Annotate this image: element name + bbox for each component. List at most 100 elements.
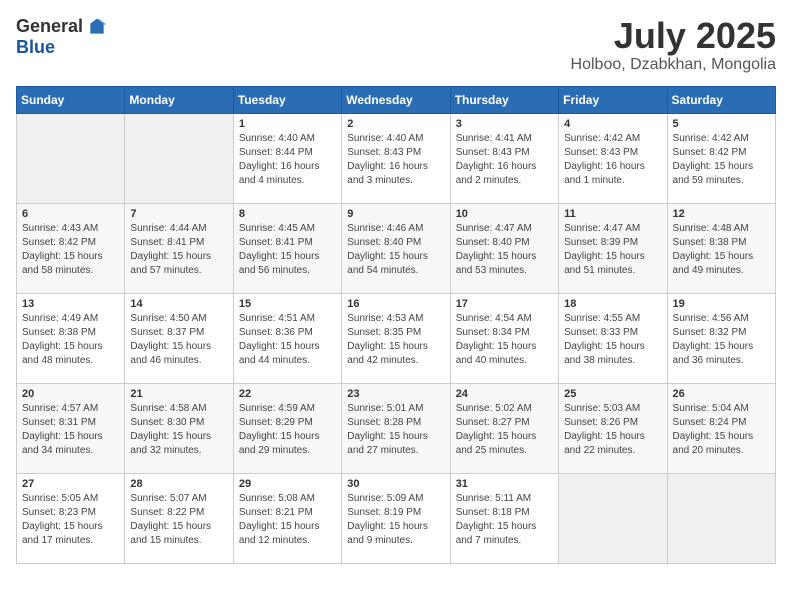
day-number: 19 bbox=[673, 298, 770, 310]
day-content: Sunrise: 4:41 AMSunset: 8:43 PMDaylight:… bbox=[456, 132, 553, 188]
month-title: July 2025 bbox=[571, 16, 776, 56]
day-number: 2 bbox=[347, 118, 444, 130]
day-number: 8 bbox=[239, 208, 336, 220]
calendar-table: SundayMondayTuesdayWednesdayThursdayFrid… bbox=[16, 86, 776, 564]
calendar-day-cell: 5Sunrise: 4:42 AMSunset: 8:42 PMDaylight… bbox=[667, 113, 775, 203]
calendar-body: 1 Sunrise: 4:40 AMSunset: 8:44 PMDaylight… bbox=[17, 113, 776, 563]
calendar-day-cell: 11 Sunrise: 4:47 AMSunset: 8:39 PMDayligh… bbox=[559, 203, 667, 293]
day-number: 25 bbox=[564, 388, 661, 400]
calendar-day-cell: 10Sunrise: 4:47 AMSunset: 8:40 PMDayligh… bbox=[450, 203, 558, 293]
calendar-day-cell bbox=[125, 113, 233, 203]
calendar-day-cell: 21Sunrise: 4:58 AMSunset: 8:30 PMDayligh… bbox=[125, 383, 233, 473]
day-content: Sunrise: 4:59 AMSunset: 8:29 PMDaylight:… bbox=[239, 402, 336, 458]
calendar-day-cell: 6 Sunrise: 4:43 AMSunset: 8:42 PMDaylight… bbox=[17, 203, 125, 293]
calendar-day-cell: 19 Sunrise: 4:56 AMSunset: 8:32 PMDayligh… bbox=[667, 293, 775, 383]
day-number: 7 bbox=[130, 208, 227, 220]
weekday-header-cell: Saturday bbox=[667, 86, 775, 113]
logo-general-text: General bbox=[16, 16, 83, 37]
day-content: Sunrise: 4:53 AMSunset: 8:35 PMDaylight:… bbox=[347, 312, 444, 368]
day-number: 1 bbox=[239, 118, 336, 130]
weekday-header-cell: Tuesday bbox=[233, 86, 341, 113]
day-number: 14 bbox=[130, 298, 227, 310]
day-content: Sunrise: 5:02 AMSunset: 8:27 PMDaylight:… bbox=[456, 402, 553, 458]
day-number: 6 bbox=[22, 208, 119, 220]
day-content: Sunrise: 4:56 AMSunset: 8:32 PMDaylight:… bbox=[673, 312, 770, 368]
logo: General Blue bbox=[16, 16, 107, 58]
day-number: 22 bbox=[239, 388, 336, 400]
calendar-day-cell: 22 Sunrise: 4:59 AMSunset: 8:29 PMDayligh… bbox=[233, 383, 341, 473]
calendar-day-cell: 9 Sunrise: 4:46 AMSunset: 8:40 PMDaylight… bbox=[342, 203, 450, 293]
day-content: Sunrise: 4:45 AMSunset: 8:41 PMDaylight:… bbox=[239, 222, 336, 278]
day-number: 5 bbox=[673, 118, 770, 130]
calendar-day-cell bbox=[559, 473, 667, 563]
weekday-header-cell: Friday bbox=[559, 86, 667, 113]
day-number: 15 bbox=[239, 298, 336, 310]
day-content: Sunrise: 5:09 AMSunset: 8:19 PMDaylight:… bbox=[347, 492, 444, 548]
day-number: 16 bbox=[347, 298, 444, 310]
calendar-day-cell bbox=[667, 473, 775, 563]
day-number: 30 bbox=[347, 478, 444, 490]
calendar-day-cell: 14 Sunrise: 4:50 AMSunset: 8:37 PMDayligh… bbox=[125, 293, 233, 383]
logo-blue-text: Blue bbox=[16, 37, 55, 58]
title-block: July 2025 Holboo, Dzabkhan, Mongolia bbox=[571, 16, 776, 74]
calendar-day-cell: 29 Sunrise: 5:08 AMSunset: 8:21 PMDayligh… bbox=[233, 473, 341, 563]
day-number: 21 bbox=[130, 388, 227, 400]
day-number: 31 bbox=[456, 478, 553, 490]
logo-icon bbox=[87, 17, 107, 37]
calendar-week-row: 6 Sunrise: 4:43 AMSunset: 8:42 PMDaylight… bbox=[17, 203, 776, 293]
location-title: Holboo, Dzabkhan, Mongolia bbox=[571, 56, 776, 74]
day-number: 28 bbox=[130, 478, 227, 490]
calendar-week-row: 13Sunrise: 4:49 AMSunset: 8:38 PMDayligh… bbox=[17, 293, 776, 383]
day-number: 23 bbox=[347, 388, 444, 400]
day-content: Sunrise: 4:54 AMSunset: 8:34 PMDaylight:… bbox=[456, 312, 553, 368]
day-number: 9 bbox=[347, 208, 444, 220]
calendar-week-row: 20Sunrise: 4:57 AMSunset: 8:31 PMDayligh… bbox=[17, 383, 776, 473]
calendar-day-cell: 27Sunrise: 5:05 AMSunset: 8:23 PMDayligh… bbox=[17, 473, 125, 563]
calendar-week-row: 27Sunrise: 5:05 AMSunset: 8:23 PMDayligh… bbox=[17, 473, 776, 563]
calendar-day-cell: 25 Sunrise: 5:03 AMSunset: 8:26 PMDayligh… bbox=[559, 383, 667, 473]
day-number: 18 bbox=[564, 298, 661, 310]
day-content: Sunrise: 5:01 AMSunset: 8:28 PMDaylight:… bbox=[347, 402, 444, 458]
calendar-day-cell: 23 Sunrise: 5:01 AMSunset: 8:28 PMDayligh… bbox=[342, 383, 450, 473]
calendar-week-row: 1 Sunrise: 4:40 AMSunset: 8:44 PMDaylight… bbox=[17, 113, 776, 203]
day-number: 17 bbox=[456, 298, 553, 310]
calendar-day-cell: 31 Sunrise: 5:11 AMSunset: 8:18 PMDayligh… bbox=[450, 473, 558, 563]
day-number: 27 bbox=[22, 478, 119, 490]
calendar-day-cell: 16 Sunrise: 4:53 AMSunset: 8:35 PMDayligh… bbox=[342, 293, 450, 383]
day-content: Sunrise: 4:57 AMSunset: 8:31 PMDaylight:… bbox=[22, 402, 119, 458]
day-number: 13 bbox=[22, 298, 119, 310]
day-number: 24 bbox=[456, 388, 553, 400]
calendar-day-cell: 7 Sunrise: 4:44 AMSunset: 8:41 PMDaylight… bbox=[125, 203, 233, 293]
weekday-header-cell: Monday bbox=[125, 86, 233, 113]
day-content: Sunrise: 4:47 AMSunset: 8:40 PMDaylight:… bbox=[456, 222, 553, 278]
day-number: 11 bbox=[564, 208, 661, 220]
calendar-day-cell: 28 Sunrise: 5:07 AMSunset: 8:22 PMDayligh… bbox=[125, 473, 233, 563]
calendar-day-cell: 24 Sunrise: 5:02 AMSunset: 8:27 PMDayligh… bbox=[450, 383, 558, 473]
day-content: Sunrise: 4:42 AMSunset: 8:43 PMDaylight:… bbox=[564, 132, 661, 188]
day-content: Sunrise: 5:03 AMSunset: 8:26 PMDaylight:… bbox=[564, 402, 661, 458]
day-number: 29 bbox=[239, 478, 336, 490]
day-number: 12 bbox=[673, 208, 770, 220]
weekday-header-cell: Wednesday bbox=[342, 86, 450, 113]
day-content: Sunrise: 4:43 AMSunset: 8:42 PMDaylight:… bbox=[22, 222, 119, 278]
day-content: Sunrise: 5:11 AMSunset: 8:18 PMDaylight:… bbox=[456, 492, 553, 548]
day-content: Sunrise: 4:50 AMSunset: 8:37 PMDaylight:… bbox=[130, 312, 227, 368]
day-content: Sunrise: 4:46 AMSunset: 8:40 PMDaylight:… bbox=[347, 222, 444, 278]
day-content: Sunrise: 4:40 AMSunset: 8:44 PMDaylight:… bbox=[239, 132, 336, 188]
day-content: Sunrise: 4:48 AMSunset: 8:38 PMDaylight:… bbox=[673, 222, 770, 278]
day-content: Sunrise: 5:08 AMSunset: 8:21 PMDaylight:… bbox=[239, 492, 336, 548]
day-content: Sunrise: 4:44 AMSunset: 8:41 PMDaylight:… bbox=[130, 222, 227, 278]
day-content: Sunrise: 5:07 AMSunset: 8:22 PMDaylight:… bbox=[130, 492, 227, 548]
weekday-header-cell: Sunday bbox=[17, 86, 125, 113]
calendar-day-cell: 30 Sunrise: 5:09 AMSunset: 8:19 PMDayligh… bbox=[342, 473, 450, 563]
day-content: Sunrise: 5:04 AMSunset: 8:24 PMDaylight:… bbox=[673, 402, 770, 458]
day-number: 3 bbox=[456, 118, 553, 130]
day-content: Sunrise: 4:55 AMSunset: 8:33 PMDaylight:… bbox=[564, 312, 661, 368]
day-number: 26 bbox=[673, 388, 770, 400]
calendar-day-cell: 26 Sunrise: 5:04 AMSunset: 8:24 PMDayligh… bbox=[667, 383, 775, 473]
calendar-day-cell bbox=[17, 113, 125, 203]
calendar-day-cell: 4Sunrise: 4:42 AMSunset: 8:43 PMDaylight… bbox=[559, 113, 667, 203]
page-header: General Blue July 2025 Holboo, Dzabkhan,… bbox=[16, 16, 776, 74]
day-content: Sunrise: 4:51 AMSunset: 8:36 PMDaylight:… bbox=[239, 312, 336, 368]
day-content: Sunrise: 4:47 AMSunset: 8:39 PMDaylight:… bbox=[564, 222, 661, 278]
